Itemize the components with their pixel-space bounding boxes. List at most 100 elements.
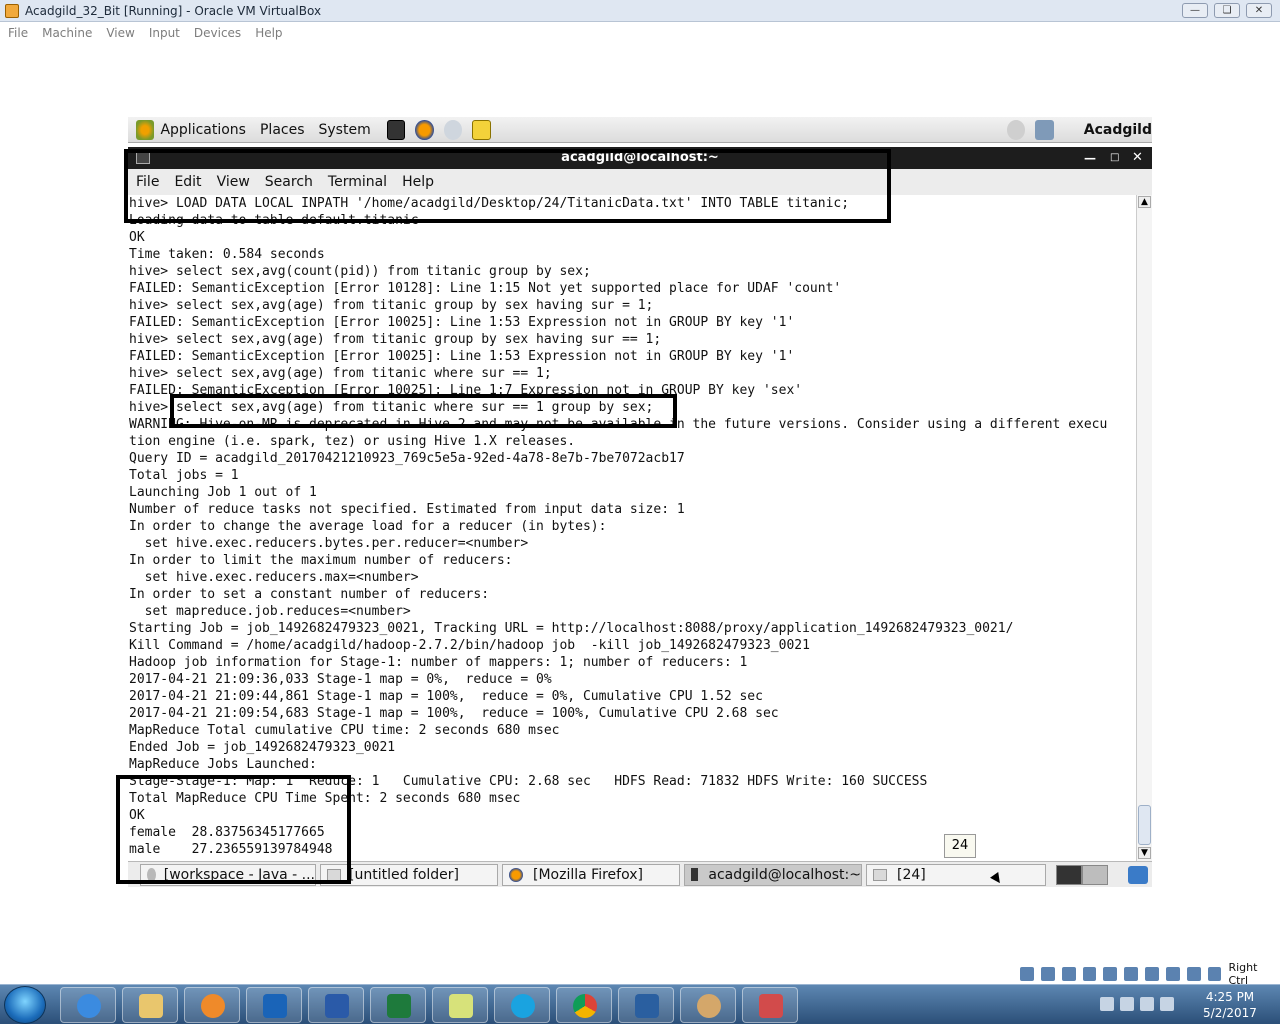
scroll-down-icon[interactable]: ▼: [1138, 847, 1151, 859]
taskbar-paint[interactable]: [680, 987, 736, 1023]
terminal-line: In order to change the average load for …: [129, 519, 607, 534]
menu-help[interactable]: Help: [255, 26, 282, 40]
clock-date: 5/2/2017: [1203, 1006, 1257, 1020]
scroll-thumb[interactable]: [1138, 805, 1151, 845]
network-icon[interactable]: [1035, 119, 1054, 140]
taskbar-snipping-tool[interactable]: [742, 987, 798, 1023]
clock-time: 4:25 PM: [1205, 990, 1255, 1004]
terminal-line: FAILED: SemanticException [Error 10025]:…: [129, 315, 795, 330]
user-name[interactable]: Acadgild: [1084, 122, 1152, 138]
folder-icon: [873, 868, 887, 881]
clock[interactable]: 4:25 PM 5/2/2017: [1192, 989, 1268, 1021]
notes-launcher-icon[interactable]: [472, 119, 491, 140]
restore-button[interactable]: ❏: [1214, 3, 1240, 18]
workspace-switcher-2[interactable]: [1082, 864, 1108, 885]
trash-icon[interactable]: [1128, 865, 1148, 884]
tooltip: 24: [944, 834, 976, 858]
system-tray: [1100, 997, 1180, 1011]
menu-view[interactable]: View: [106, 26, 134, 40]
terminal-line: 2017-04-21 21:09:44,861 Stage-1 map = 10…: [129, 689, 763, 704]
taskbar-excel[interactable]: [370, 987, 426, 1023]
skype-icon: [511, 994, 535, 1018]
terminal-line: Launching Job 1 out of 1: [129, 485, 317, 500]
terminal-line: Time taken: 0.584 seconds: [129, 247, 325, 262]
terminal-output[interactable]: hive> LOAD DATA LOCAL INPATH '/home/acad…: [128, 195, 1136, 861]
scroll-up-icon[interactable]: ▲: [1138, 196, 1151, 208]
task-terminal[interactable]: acadgild@localhost:~: [684, 863, 862, 886]
task-label: [Mozilla Firefox]: [533, 866, 643, 883]
outlook-icon: [263, 994, 287, 1018]
explorer-icon: [139, 994, 163, 1018]
terminal-line: Query ID = acadgild_20170421210923_769c5…: [129, 451, 685, 466]
recording-icon[interactable]: [1145, 967, 1159, 981]
taskbar-outlook[interactable]: [246, 987, 302, 1023]
terminal-minimize-button[interactable]: —: [1084, 147, 1096, 169]
terminal-line: MapReduce Total cumulative CPU time: 2 s…: [129, 723, 560, 738]
menu-input[interactable]: Input: [149, 26, 180, 40]
cpu-icon[interactable]: [1165, 967, 1180, 981]
terminal-maximize-button[interactable]: □: [1110, 147, 1119, 169]
network-status-icon[interactable]: [1061, 967, 1076, 981]
task-folder-24[interactable]: [24]: [866, 863, 1046, 886]
taskbar-ie[interactable]: [60, 987, 116, 1023]
taskbar-word[interactable]: [308, 987, 364, 1023]
window-title: Acadgild_32_Bit [Running] - Oracle VM Vi…: [25, 3, 322, 18]
taskbar-media-player[interactable]: [184, 987, 240, 1023]
mouse-integration-icon[interactable]: [1186, 967, 1201, 981]
terminal-close-button[interactable]: ✕: [1132, 147, 1143, 169]
start-button[interactable]: [4, 986, 46, 1024]
hdd-icon[interactable]: [1020, 967, 1034, 981]
taskbar-chrome[interactable]: [556, 987, 612, 1023]
terminal-line: hive> select sex,avg(count(pid)) from ti…: [129, 264, 591, 279]
guest-screen: Applications Places System Acadgild acad…: [128, 117, 1152, 887]
taskbar-virtualbox[interactable]: [618, 987, 674, 1023]
task-firefox[interactable]: [Mozilla Firefox]: [502, 863, 680, 886]
menu-machine[interactable]: Machine: [42, 26, 92, 40]
firefox-launcher-icon[interactable]: [415, 119, 434, 140]
terminal-line: Kill Command = /home/acadgild/hadoop-2.7…: [129, 638, 810, 653]
volume-icon[interactable]: [1006, 119, 1026, 140]
virtualbox-taskbar-icon: [635, 994, 659, 1018]
cd-icon[interactable]: [1040, 967, 1055, 981]
mail-launcher-icon[interactable]: [443, 119, 463, 140]
workspace-switcher-1[interactable]: [1056, 864, 1082, 885]
firefox-icon: [509, 867, 523, 882]
minimize-button[interactable]: —: [1182, 3, 1208, 18]
volume-tray-icon[interactable]: [1160, 997, 1174, 1011]
action-center-icon[interactable]: [1120, 997, 1134, 1011]
menu-file[interactable]: File: [8, 26, 28, 40]
highlight-group-by-query: [170, 394, 677, 428]
windows-taskbar: 4:25 PM 5/2/2017: [0, 984, 1280, 1024]
terminal-launcher-icon[interactable]: [386, 119, 406, 140]
usb-icon[interactable]: [1082, 967, 1097, 981]
taskbar-notes[interactable]: [432, 987, 488, 1023]
display-icon[interactable]: [1124, 967, 1139, 981]
terminal-scrollbar[interactable]: ▲ ▼: [1136, 195, 1152, 861]
menu-devices[interactable]: Devices: [194, 26, 241, 40]
terminal-line: Ended Job = job_1492682479323_0021: [129, 740, 396, 755]
keyboard-icon[interactable]: [1207, 967, 1222, 981]
guest-top-panel: Applications Places System Acadgild: [128, 117, 1152, 143]
terminal-line: hive> select sex,avg(age) from titanic g…: [129, 332, 662, 347]
terminal-line: MapReduce Jobs Launched:: [129, 757, 317, 772]
terminal-line: OK: [129, 230, 145, 245]
paint-icon: [697, 994, 721, 1018]
show-hidden-icons-icon[interactable]: [1100, 997, 1114, 1011]
system-menu[interactable]: System: [319, 122, 371, 138]
terminal-line: set hive.exec.reducers.max=<number>: [144, 570, 419, 585]
shared-folder-icon[interactable]: [1103, 967, 1118, 981]
taskbar-explorer[interactable]: [122, 987, 178, 1023]
applications-menu[interactable]: Applications: [160, 122, 246, 138]
terminal-line: hive> select sex,avg(age) from titanic w…: [129, 366, 552, 381]
excel-icon: [387, 994, 411, 1018]
network-tray-icon[interactable]: [1140, 997, 1154, 1011]
places-menu[interactable]: Places: [260, 122, 305, 138]
taskbar-skype[interactable]: [494, 987, 550, 1023]
terminal-line: 2017-04-21 21:09:54,683 Stage-1 map = 10…: [129, 706, 779, 721]
terminal-line: Number of reduce tasks not specified. Es…: [129, 502, 685, 517]
terminal-line: In order to set a constant number of red…: [129, 587, 490, 602]
terminal-line: hive> select sex,avg(age) from titanic g…: [129, 298, 654, 313]
close-button[interactable]: ✕: [1246, 3, 1272, 18]
terminal-line: set hive.exec.reducers.bytes.per.reducer…: [144, 536, 529, 551]
terminal-line: FAILED: SemanticException [Error 10128]:…: [129, 281, 842, 296]
